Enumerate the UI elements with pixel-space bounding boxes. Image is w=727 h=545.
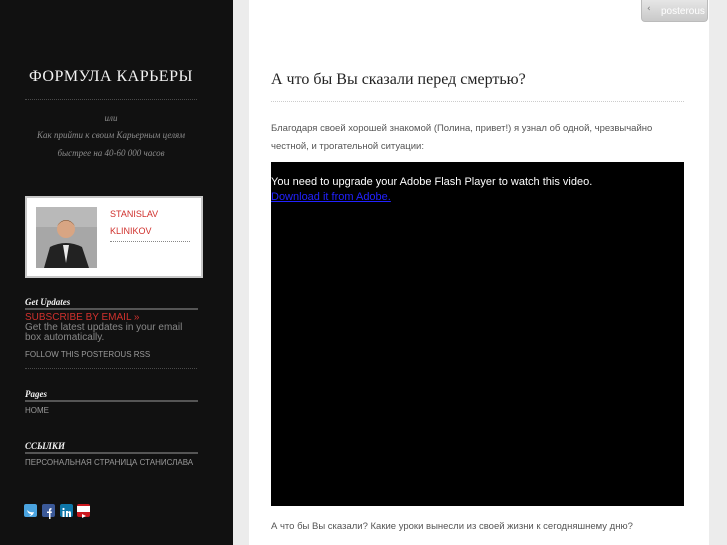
tagline-line-2: Как прийти к своим Карьерным целям bbox=[37, 130, 185, 140]
tagline-line-1: или bbox=[104, 113, 118, 123]
flash-download-link[interactable]: Download it from Adobe. bbox=[271, 191, 391, 203]
author-card: STANISLAV KLINIKOV bbox=[25, 196, 203, 278]
links-rule bbox=[25, 452, 198, 454]
link-personal-page[interactable]: ПЕРСОНАЛЬНАЯ СТРАНИЦА СТАНИСЛАВА bbox=[25, 458, 200, 468]
site-title[interactable]: ФОРМУЛА КАРЬЕРЫ bbox=[0, 68, 222, 86]
chevron-left-icon: ‹ bbox=[647, 4, 651, 14]
updates-divider bbox=[25, 368, 197, 369]
updates-rule bbox=[25, 308, 198, 310]
post-title[interactable]: А что бы Вы сказали перед смертью? bbox=[271, 71, 526, 89]
flash-upgrade-message: You need to upgrade your Adobe Flash Pla… bbox=[271, 176, 593, 188]
post-title-divider bbox=[271, 101, 684, 102]
linkedin-icon[interactable] bbox=[60, 504, 73, 517]
pages-rule bbox=[25, 400, 198, 402]
author-avatar bbox=[36, 207, 97, 268]
links-heading: ССЫЛКИ bbox=[25, 441, 66, 451]
updates-description: Get the latest updates in your email box… bbox=[25, 322, 183, 343]
youtube-icon[interactable] bbox=[77, 504, 90, 518]
twitter-icon[interactable] bbox=[24, 504, 37, 517]
page-link-home[interactable]: HOME bbox=[25, 406, 49, 416]
tagline-line-3: быстрее на 40-60 000 часов bbox=[57, 148, 165, 158]
title-divider bbox=[25, 99, 197, 100]
facebook-icon[interactable] bbox=[42, 504, 55, 519]
updates-heading: Get Updates bbox=[25, 297, 71, 307]
pages-heading: Pages bbox=[25, 389, 47, 399]
posterous-label: posterous bbox=[661, 6, 705, 17]
author-last-name[interactable]: KLINIKOV bbox=[110, 226, 152, 236]
video-player[interactable]: You need to upgrade your Adobe Flash Pla… bbox=[271, 162, 684, 506]
author-divider bbox=[110, 241, 190, 242]
sidebar: ФОРМУЛА КАРЬЕРЫ или Как прийти к своим К… bbox=[0, 0, 233, 545]
posterous-tab[interactable]: ‹ posterous bbox=[641, 0, 708, 22]
author-first-name[interactable]: STANISLAV bbox=[110, 209, 158, 219]
post-intro: Благодаря своей хорошей знакомой (Полина… bbox=[271, 123, 653, 152]
rss-link[interactable]: FOLLOW THIS POSTEROUS RSS bbox=[25, 350, 150, 360]
post-outro: А что бы Вы сказали? Какие уроки вынесли… bbox=[271, 521, 633, 532]
